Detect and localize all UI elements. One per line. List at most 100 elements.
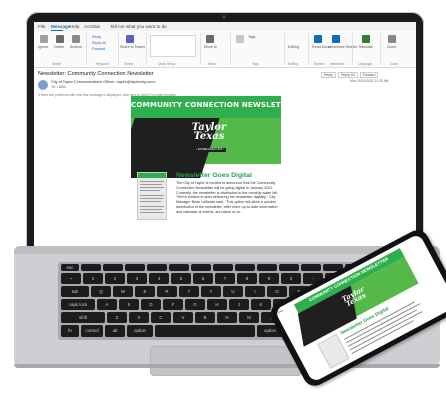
key-k[interactable]: K [251, 299, 271, 310]
key-v[interactable]: V [173, 312, 193, 323]
quick-steps-gallery[interactable] [150, 35, 196, 57]
key-esc[interactable]: esc [61, 264, 79, 271]
function-key[interactable] [147, 264, 167, 271]
reply-button[interactable]: Reply [92, 35, 101, 39]
key-i[interactable]: I [245, 286, 265, 297]
tell-me-search[interactable]: Tell me what you want to do [110, 24, 167, 29]
key-a[interactable]: A [97, 299, 117, 310]
tags-button[interactable]: Tags [248, 35, 256, 39]
move-icon[interactable] [206, 35, 214, 43]
key-7[interactable]: 7 [215, 273, 235, 284]
key-0[interactable]: 0 [281, 273, 301, 284]
ignore-button[interactable]: Ignore [38, 45, 48, 49]
archive-button[interactable]: Archive [70, 45, 82, 49]
key-s[interactable]: S [119, 299, 139, 310]
translate-button[interactable]: Translate [358, 45, 373, 49]
key-option[interactable]: option [127, 325, 153, 337]
sender-name[interactable]: City of Taylor Communications Officer <t… [51, 80, 156, 84]
key-q[interactable]: Q [91, 286, 111, 297]
zoom-icon[interactable] [388, 35, 396, 43]
thumbnail-line [140, 195, 164, 196]
tab-acrobat[interactable]: Acrobat [84, 24, 100, 29]
key-2[interactable]: 2 [105, 273, 125, 284]
key-shift[interactable]: shift [61, 312, 105, 323]
key-d[interactable]: D [141, 299, 161, 310]
forward-button[interactable]: Forward [92, 47, 105, 51]
group-delete: Delete [52, 62, 62, 66]
key-x[interactable]: X [129, 312, 149, 323]
reply-action-button[interactable]: Reply [321, 72, 336, 78]
newsletter-thumbnail[interactable] [137, 172, 167, 220]
key-6[interactable]: 6 [193, 273, 213, 284]
ignore-icon[interactable] [40, 35, 48, 43]
key-tab[interactable]: tab [61, 286, 89, 297]
forward-action-button[interactable]: Forward [359, 72, 379, 78]
key-c[interactable]: C [151, 312, 171, 323]
key-u[interactable]: U [223, 286, 243, 297]
key-3[interactable]: 3 [127, 273, 147, 284]
key-5[interactable]: 5 [171, 273, 191, 284]
function-key[interactable] [169, 264, 189, 271]
reply-all-button[interactable]: Reply All [92, 41, 106, 45]
tab-message[interactable]: Message [51, 24, 70, 29]
move-button[interactable]: Move to [204, 45, 217, 49]
translate-icon[interactable] [362, 35, 370, 43]
newsletter-headline: Newsletter Goes Digital [176, 172, 252, 179]
key-n[interactable]: N [217, 312, 237, 323]
function-key[interactable] [125, 264, 145, 271]
function-key[interactable] [301, 264, 321, 271]
key-9[interactable]: 9 [259, 273, 279, 284]
key-y[interactable]: Y [201, 286, 221, 297]
logo-tagline: • ESTABLISHED 1876 • [194, 148, 226, 152]
share-to-teams-button[interactable]: Share to Teams [120, 45, 145, 49]
key-o[interactable]: O [267, 286, 287, 297]
teams-icon[interactable] [126, 35, 134, 43]
group-immersive: Immersive [330, 62, 345, 66]
ribbon-separator [200, 33, 201, 65]
function-key[interactable] [257, 264, 277, 271]
key-b[interactable]: B [195, 312, 215, 323]
function-key[interactable] [81, 264, 101, 271]
space-bar[interactable] [155, 325, 255, 337]
sender-avatar [38, 80, 48, 90]
key-g[interactable]: G [185, 299, 205, 310]
key-alt[interactable]: alt [105, 325, 125, 337]
key-r[interactable]: R [157, 286, 177, 297]
key-w[interactable]: W [113, 286, 133, 297]
key-j[interactable]: J [229, 299, 249, 310]
immersive-reader-icon[interactable] [332, 35, 340, 43]
newsletter: COMMUNITY CONNECTION NEWSLETTER Taylor T… [131, 96, 281, 253]
tab-file[interactable]: File [38, 24, 45, 29]
tag-icon[interactable] [236, 35, 244, 43]
key-f[interactable]: F [163, 299, 183, 310]
read-aloud-icon[interactable] [314, 35, 322, 43]
delete-button[interactable]: Delete [54, 45, 64, 49]
key-z[interactable]: Z [107, 312, 127, 323]
trackpad[interactable] [150, 346, 302, 376]
thumbnail-line [140, 190, 160, 191]
function-key[interactable] [103, 264, 123, 271]
key-m[interactable]: M [239, 312, 259, 323]
key-control[interactable]: control [81, 325, 103, 337]
key-fn[interactable]: fn [61, 325, 79, 337]
key-t[interactable]: T [179, 286, 199, 297]
function-key[interactable] [235, 264, 255, 271]
function-key[interactable] [191, 264, 211, 271]
reply-all-action-button[interactable]: Reply All [337, 72, 358, 78]
key-4[interactable]: 4 [149, 273, 169, 284]
ribbon-separator [230, 33, 231, 65]
zoom-button[interactable]: Zoom [387, 45, 396, 49]
key-1[interactable]: 1 [83, 273, 103, 284]
editing-button[interactable]: Editing [288, 45, 299, 49]
message-date: Mon 10/18/2021 11:29 AM [350, 79, 389, 83]
key-caps-lock[interactable]: caps lock [61, 299, 95, 310]
key-h[interactable]: H [207, 299, 227, 310]
key-8[interactable]: 8 [237, 273, 257, 284]
archive-icon[interactable] [72, 35, 80, 43]
tab-help[interactable]: Help [70, 24, 79, 29]
key-e[interactable]: E [135, 286, 155, 297]
delete-icon[interactable] [56, 35, 64, 43]
key--[interactable]: ~ [61, 273, 81, 284]
function-key[interactable] [213, 264, 233, 271]
function-key[interactable] [279, 264, 299, 271]
